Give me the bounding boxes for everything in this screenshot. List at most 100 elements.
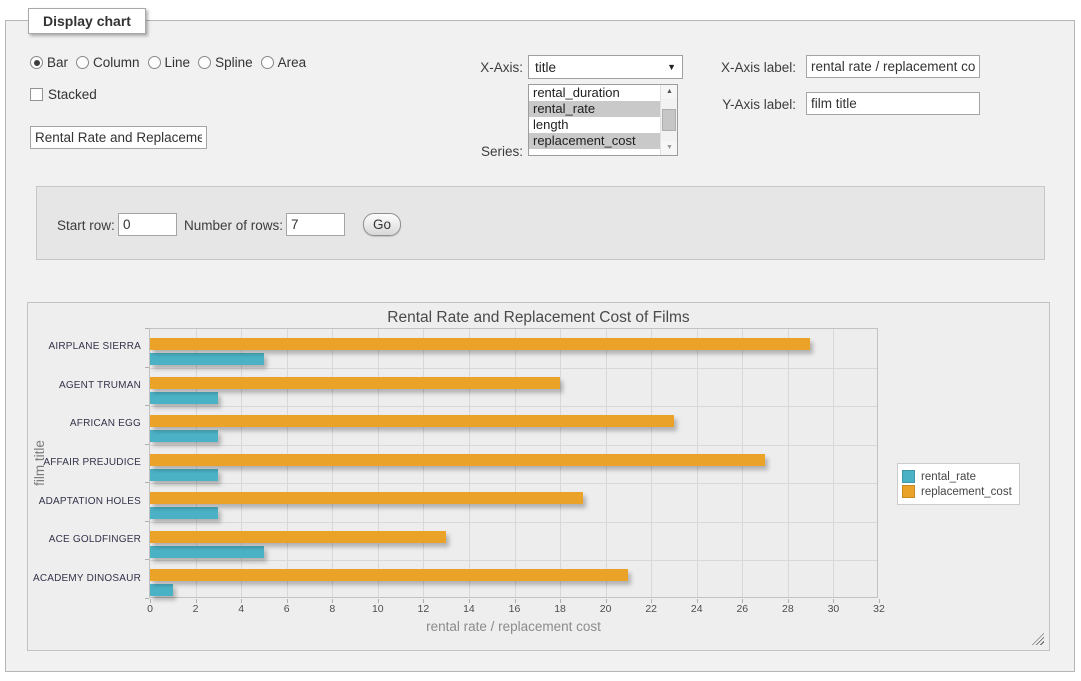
x-tick-label: 28 xyxy=(782,603,794,615)
scrollbar-thumb[interactable] xyxy=(662,109,676,131)
bar-rental_rate xyxy=(150,546,264,558)
x-tick-label: 18 xyxy=(554,603,566,615)
bar-rental_rate xyxy=(150,353,264,365)
y-category-label: AFRICAN EGG xyxy=(28,418,141,429)
y-category-label: AFFAIR PREJUDICE xyxy=(28,457,141,468)
gridline-vertical xyxy=(788,329,789,597)
x-axis-field-label: X-Axis: xyxy=(426,60,523,75)
go-button[interactable]: Go xyxy=(363,213,401,236)
x-tick-label: 32 xyxy=(873,603,885,615)
y-tick-mark xyxy=(145,367,149,368)
gridline-horizontal xyxy=(150,445,877,446)
radio-column[interactable] xyxy=(76,56,89,69)
y-tick-mark xyxy=(145,328,149,329)
scroll-down-icon[interactable]: ▼ xyxy=(661,141,678,155)
x-tick-label: 16 xyxy=(509,603,521,615)
x-axis-label-field-label: X-Axis label: xyxy=(663,60,796,75)
x-tick-label: 30 xyxy=(828,603,840,615)
bar-replacement_cost xyxy=(150,415,674,427)
gridline-horizontal xyxy=(150,483,877,484)
series-listbox[interactable]: ▲ ▼ rental_durationrental_ratelengthrepl… xyxy=(528,84,678,156)
start-row-label: Start row: xyxy=(57,218,115,233)
y-category-label: AGENT TRUMAN xyxy=(28,380,141,391)
page: { "panel": { "legend_title": "Display ch… xyxy=(0,0,1081,681)
y-tick-mark xyxy=(145,444,149,445)
radio-label-bar: Bar xyxy=(47,55,68,70)
bar-rental_rate xyxy=(150,392,218,404)
legend-swatch-replacement_cost xyxy=(902,485,915,498)
y-tick-mark xyxy=(145,598,149,599)
x-axis-label-input[interactable] xyxy=(806,55,980,78)
x-tick-label: 14 xyxy=(463,603,475,615)
chart-type-option-line[interactable]: Line xyxy=(148,55,191,70)
radio-label-line: Line xyxy=(165,55,191,70)
bar-replacement_cost xyxy=(150,377,560,389)
x-axis-selected-value: title xyxy=(535,60,556,75)
legend-swatch-rental_rate xyxy=(902,470,915,483)
gridline-horizontal xyxy=(150,368,877,369)
y-category-label: ACE GOLDFINGER xyxy=(28,534,141,545)
gridline-vertical xyxy=(833,329,834,597)
x-tick-label: 22 xyxy=(645,603,657,615)
chart-type-option-column[interactable]: Column xyxy=(76,55,140,70)
radio-spline[interactable] xyxy=(198,56,211,69)
radio-bar[interactable] xyxy=(30,56,43,69)
bar-replacement_cost xyxy=(150,492,583,504)
y-tick-mark xyxy=(145,482,149,483)
listbox-scrollbar[interactable]: ▲ ▼ xyxy=(660,85,677,155)
x-tick-label: 0 xyxy=(147,603,153,615)
x-tick-label: 24 xyxy=(691,603,703,615)
bar-replacement_cost xyxy=(150,569,628,581)
radio-area[interactable] xyxy=(261,56,274,69)
chart-title: Rental Rate and Replacement Cost of Film… xyxy=(28,309,1049,327)
stacked-checkbox[interactable] xyxy=(30,88,43,101)
bar-rental_rate xyxy=(150,584,173,596)
series-option-rental_duration[interactable]: rental_duration xyxy=(529,85,660,101)
y-category-label: ACADEMY DINOSAUR xyxy=(28,573,141,584)
y-tick-mark xyxy=(145,405,149,406)
legend-item-rental_rate: rental_rate xyxy=(902,470,1012,483)
bar-replacement_cost xyxy=(150,338,810,350)
gridline-horizontal xyxy=(150,560,877,561)
chart-type-radiogroup: Bar Column Line Spline Area xyxy=(30,55,306,70)
bar-rental_rate xyxy=(150,469,218,481)
series-option-replacement_cost[interactable]: replacement_cost xyxy=(529,133,660,149)
x-tick-label: 26 xyxy=(736,603,748,615)
y-category-label: ADAPTATION HOLES xyxy=(28,496,141,507)
stacked-checkbox-row[interactable]: Stacked xyxy=(30,87,97,102)
legend-label-replacement_cost: replacement_cost xyxy=(921,486,1012,498)
display-chart-panel: Display chart BarColumnLineSplineArea St… xyxy=(5,20,1075,672)
y-tick-mark xyxy=(145,521,149,522)
radio-line[interactable] xyxy=(148,56,161,69)
x-tick-label: 6 xyxy=(284,603,290,615)
start-row-input[interactable] xyxy=(118,213,177,236)
chart-title-input[interactable] xyxy=(30,126,207,149)
row-range-panel: Start row: Number of rows: Go xyxy=(36,186,1045,260)
chart-type-option-spline[interactable]: Spline xyxy=(198,55,253,70)
x-tick-label: 12 xyxy=(418,603,430,615)
x-tick-label: 20 xyxy=(600,603,612,615)
gridline-horizontal xyxy=(150,522,877,523)
series-field-label: Series: xyxy=(426,144,523,159)
chart-type-option-area[interactable]: Area xyxy=(261,55,307,70)
resize-handle-icon[interactable] xyxy=(1032,633,1044,645)
x-axis-select[interactable]: title ▼ xyxy=(528,55,683,79)
y-axis-label-input[interactable] xyxy=(806,92,980,115)
radio-label-column: Column xyxy=(93,55,140,70)
legend-label-rental_rate: rental_rate xyxy=(921,471,976,483)
radio-dot xyxy=(34,60,40,66)
stacked-label: Stacked xyxy=(48,87,97,102)
number-of-rows-input[interactable] xyxy=(286,213,345,236)
radio-label-area: Area xyxy=(278,55,307,70)
y-category-label: AIRPLANE SIERRA xyxy=(28,341,141,352)
plot-area xyxy=(149,328,878,598)
y-axis-label-field-label: Y-Axis label: xyxy=(663,97,796,112)
legend-item-replacement_cost: replacement_cost xyxy=(902,485,1012,498)
x-axis-title: rental rate / replacement cost xyxy=(149,619,878,634)
series-option-length[interactable]: length xyxy=(529,117,660,133)
chart-type-option-bar[interactable]: Bar xyxy=(30,55,68,70)
chart-container: Rental Rate and Replacement Cost of Film… xyxy=(27,302,1050,651)
x-tick-label: 4 xyxy=(238,603,244,615)
x-tick-label: 10 xyxy=(372,603,384,615)
series-option-rental_rate[interactable]: rental_rate xyxy=(529,101,660,117)
